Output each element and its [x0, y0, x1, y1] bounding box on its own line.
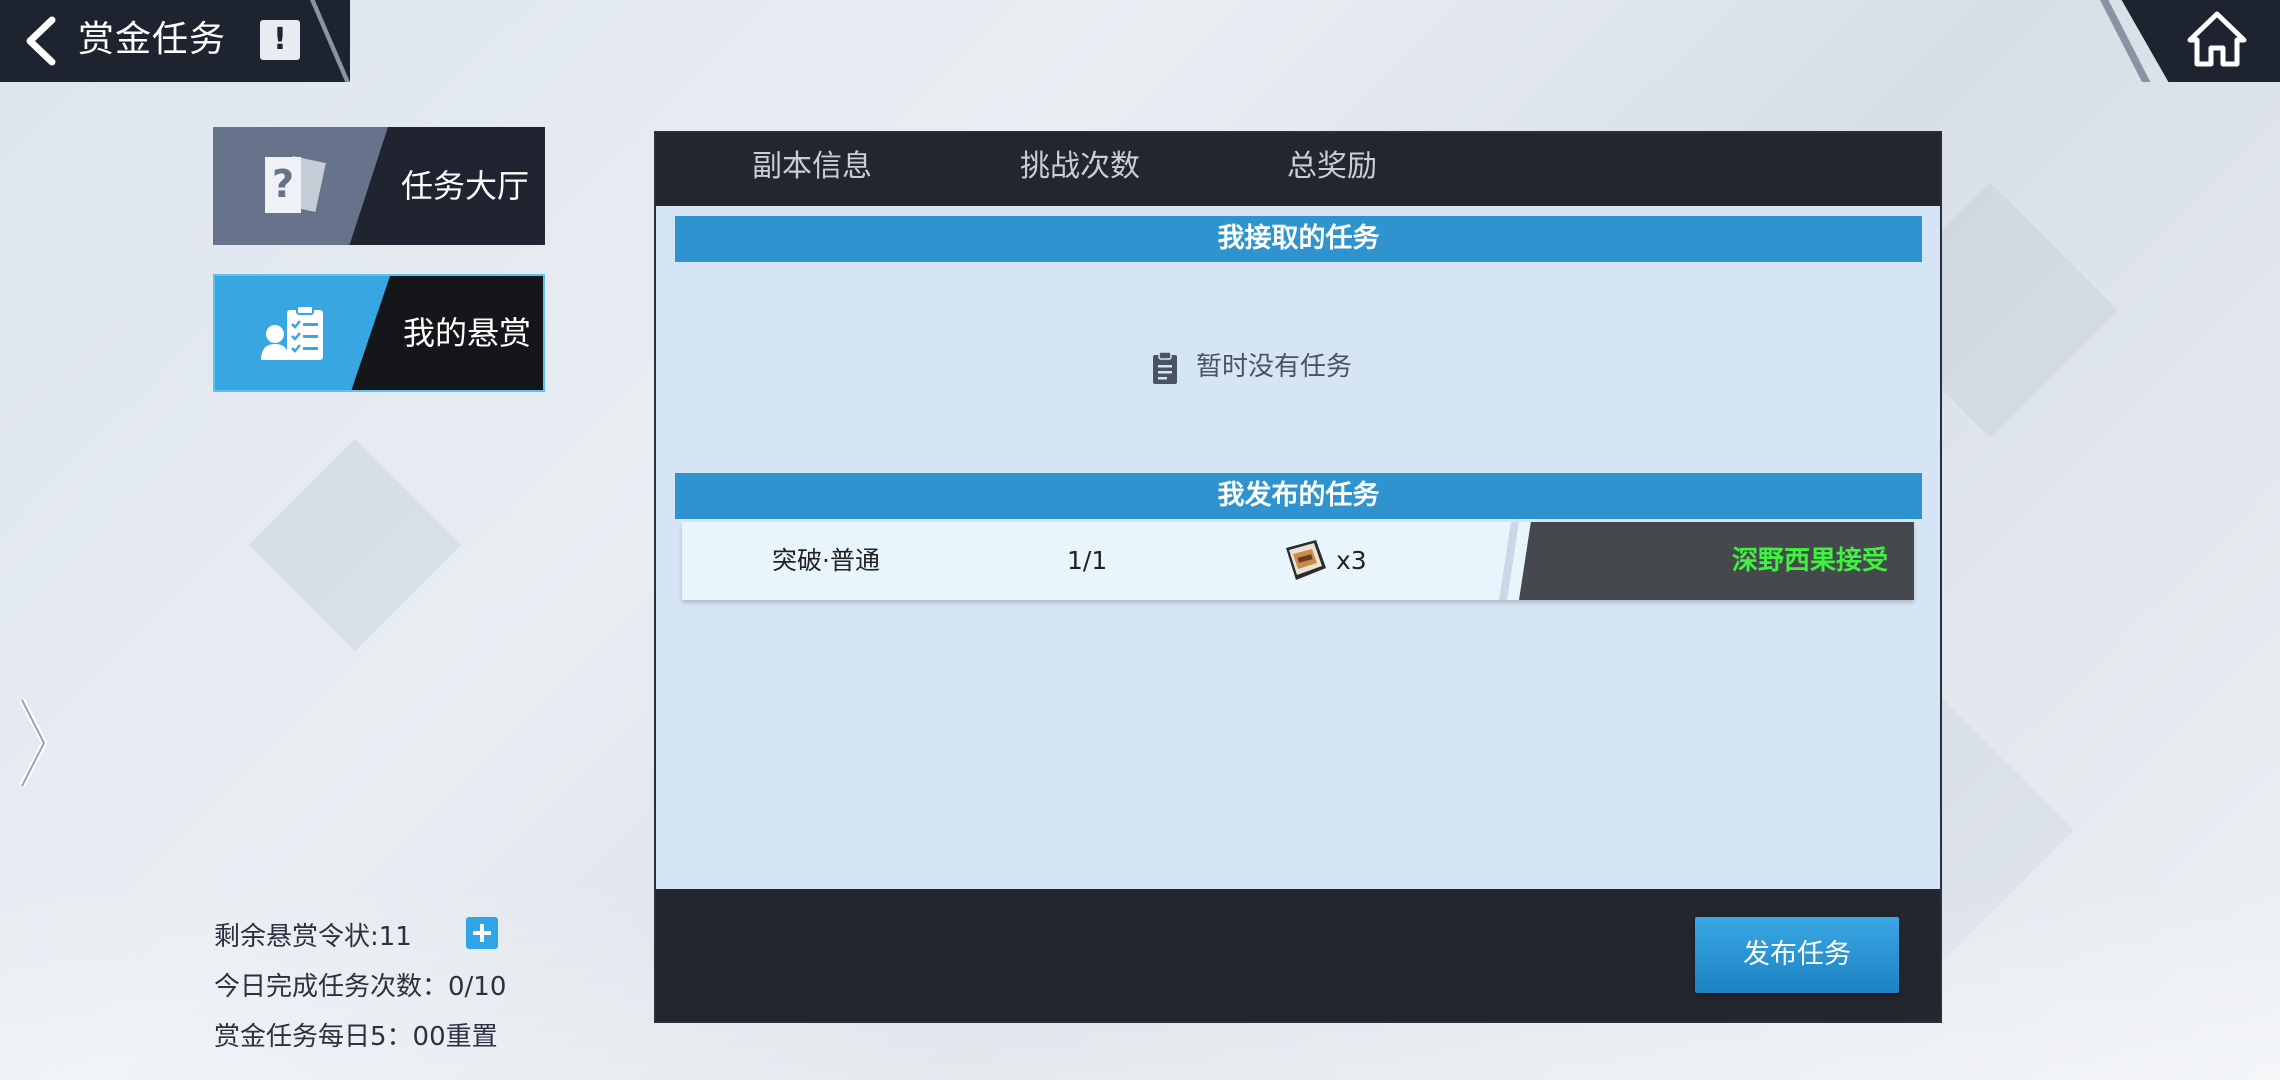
clipboard-user-icon [261, 305, 323, 360]
panel-header: 副本信息 挑战次数 总奖励 [656, 133, 1940, 206]
table-row[interactable]: 突破·普通 1/1 x3 深野西果接受 [682, 522, 1914, 600]
sidebar-item-label: 我的悬赏 [403, 314, 532, 352]
empty-text: 暂时没有任务 [1196, 352, 1353, 382]
bounty-panel: 副本信息 挑战次数 总奖励 我接取的任务 暂时没有任务 我发布的任务 突破·普通… [656, 133, 1940, 1021]
column-header-reward: 总奖励 [1287, 149, 1377, 184]
row-dungeon: 突破·普通 [772, 546, 880, 575]
daily-completed: 今日完成任务次数：0/10 [214, 972, 507, 1002]
home-button[interactable] [2186, 8, 2248, 70]
back-chevron-icon [26, 16, 56, 66]
row-reward-qty: x3 [1336, 546, 1367, 575]
row-attempts: 1/1 [1067, 546, 1108, 575]
section-published-title: 我发布的任务 [675, 473, 1922, 519]
ticket-box-icon [1286, 540, 1326, 580]
row-status: 深野西果接受 [1731, 546, 1888, 576]
sidebar-item-my-bounty[interactable]: 我的悬赏 [213, 274, 545, 392]
quest-board-icon: ? [265, 156, 326, 213]
chevron-right-icon[interactable] [16, 696, 52, 790]
reset-time: 赏金任务每日5：00重置 [214, 1022, 498, 1052]
column-header-attempts: 挑战次数 [1020, 149, 1140, 184]
back-button[interactable] [18, 14, 66, 68]
column-header-dungeon: 副本信息 [752, 149, 872, 184]
add-tokens-button[interactable] [466, 917, 498, 949]
sidebar-item-task-hall[interactable]: ? 任务大厅 [213, 127, 545, 245]
home-icon [2187, 11, 2247, 67]
page-title: 赏金任务 [78, 19, 227, 60]
remaining-tokens: 剩余悬赏令状:11 [214, 922, 412, 952]
svg-text:?: ? [272, 162, 294, 206]
background-decoration [248, 438, 462, 652]
publish-task-button[interactable]: 发布任务 [1695, 917, 1899, 993]
empty-message: 暂时没有任务 [1153, 349, 1353, 385]
section-accepted-title: 我接取的任务 [675, 216, 1922, 262]
info-button[interactable]: ! [260, 20, 300, 60]
clipboard-icon [1153, 351, 1177, 384]
sidebar-item-label: 任务大厅 [401, 167, 530, 205]
